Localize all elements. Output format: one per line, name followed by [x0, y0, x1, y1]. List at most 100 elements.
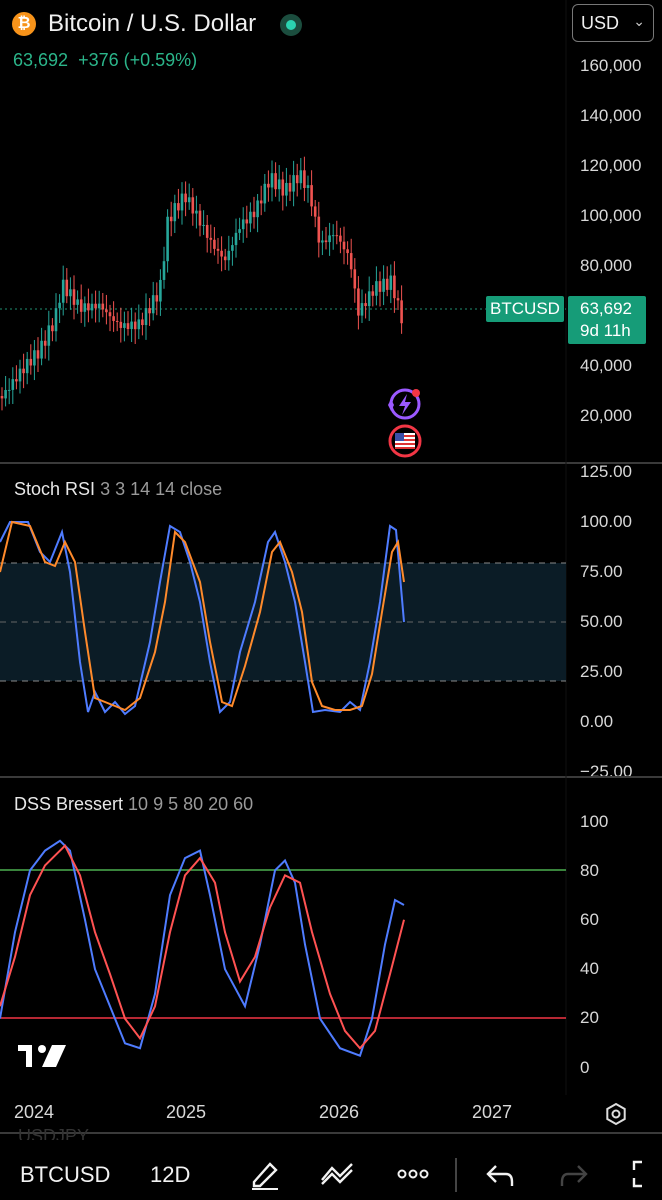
- stoch-axis-label: 25.00: [580, 662, 623, 681]
- candle-body: [137, 319, 141, 330]
- candle-body: [123, 323, 126, 328]
- candle-body: [169, 216, 173, 222]
- candle-body: [202, 224, 205, 226]
- candle-body: [371, 291, 375, 296]
- candle-body: [267, 183, 270, 188]
- dss-title[interactable]: DSS Bressert 10 9 5 80 20 60: [14, 794, 253, 815]
- stoch-axis-label: 125.00: [580, 462, 632, 481]
- candle-body: [97, 303, 101, 309]
- toolbar-divider: [455, 1158, 457, 1192]
- lightning-event-icon: [388, 388, 421, 420]
- price-axis-label: 40,000: [580, 356, 632, 375]
- price-axis-label: 100,000: [580, 206, 642, 225]
- candle-body: [339, 235, 342, 242]
- candle-body: [288, 182, 292, 192]
- candle-body: [162, 261, 166, 280]
- candle-body: [187, 197, 191, 203]
- candle-body: [213, 239, 216, 249]
- candle-body: [65, 279, 69, 297]
- candle-body: [274, 173, 277, 190]
- dss-axis-label: 0: [580, 1058, 590, 1077]
- chart-canvas[interactable]: [0, 0, 662, 1140]
- indicators-icon[interactable]: [320, 1158, 354, 1190]
- candle-body: [285, 182, 288, 196]
- candle-body: [69, 289, 72, 297]
- candle-body: [61, 279, 65, 303]
- candle-body: [141, 319, 144, 326]
- candle-body: [270, 173, 274, 188]
- candle-body: [29, 358, 33, 366]
- candle-body: [349, 253, 353, 270]
- candle-body: [393, 275, 396, 299]
- candle-body: [249, 211, 252, 224]
- study-params: 3 3 14 14 close: [100, 479, 223, 499]
- candle-body: [43, 340, 47, 346]
- candle-body: [335, 235, 339, 237]
- candle-body: [313, 206, 317, 217]
- candle-body: [94, 303, 97, 309]
- more-options-icon[interactable]: [396, 1158, 430, 1190]
- candle-body: [331, 235, 335, 237]
- last-price-value: 63,692: [580, 299, 632, 318]
- candle-body: [324, 240, 328, 243]
- bar-countdown: 9d 11h: [580, 321, 631, 340]
- interval-button[interactable]: 12D: [150, 1162, 190, 1188]
- candle-body: [317, 216, 321, 243]
- candle-body: [382, 278, 385, 292]
- drawing-pen-icon[interactable]: [248, 1158, 282, 1190]
- candle-body: [353, 269, 357, 289]
- candle-body: [72, 289, 76, 305]
- candle-body: [101, 303, 105, 310]
- tradingview-logo-icon: [18, 1045, 66, 1067]
- candle-body: [231, 245, 234, 251]
- candle-body: [115, 320, 119, 322]
- candle-body: [378, 281, 382, 292]
- candle-body: [328, 235, 331, 243]
- fullscreen-icon[interactable]: [630, 1158, 662, 1190]
- dss-signal-line: [0, 839, 405, 1057]
- dss-axis-label: 40: [580, 959, 599, 978]
- candle-body: [130, 321, 133, 330]
- candle-body: [310, 185, 313, 207]
- candle-body: [389, 275, 393, 290]
- candle-body: [252, 211, 256, 218]
- candle-body: [375, 281, 378, 296]
- candle-body: [105, 309, 108, 313]
- price-axis-label: 160,000: [580, 56, 642, 75]
- candle-body: [259, 200, 263, 204]
- candle-body: [54, 308, 58, 332]
- stoch-rsi-title[interactable]: Stoch RSI 3 3 14 14 close: [14, 479, 222, 500]
- candle-body: [112, 316, 115, 321]
- candle-body: [385, 278, 389, 290]
- candle-body: [15, 379, 18, 382]
- candle-body: [396, 298, 400, 301]
- candle-body: [256, 200, 259, 218]
- price-axis-label: 80,000: [580, 256, 632, 275]
- candle-body: [40, 340, 43, 359]
- symbol-button[interactable]: BTCUSD: [20, 1162, 110, 1188]
- us-flag-event-icon: [388, 424, 422, 458]
- candle-body: [22, 368, 25, 374]
- candle-body: [195, 210, 198, 214]
- candle-body: [0, 396, 4, 399]
- candle-body: [133, 321, 137, 330]
- study-name: Stoch RSI: [14, 479, 96, 499]
- candle-body: [234, 232, 238, 246]
- candle-body: [33, 350, 36, 366]
- candle-body: [90, 303, 94, 311]
- stoch-axis-label: 75.00: [580, 562, 623, 581]
- candle-body: [364, 303, 367, 307]
- candle-body: [281, 179, 285, 196]
- stoch-axis-label: 100.00: [580, 512, 632, 531]
- candles-group: [0, 156, 403, 411]
- candle-body: [303, 170, 306, 188]
- candle-body: [346, 249, 349, 254]
- undo-icon[interactable]: [484, 1158, 518, 1190]
- time-axis-label: 2026: [319, 1102, 360, 1122]
- candle-body: [51, 325, 54, 332]
- candle-body: [198, 210, 202, 226]
- candle-body: [241, 219, 245, 230]
- bottom-bar-divider: [0, 1132, 662, 1134]
- redo-icon[interactable]: [556, 1158, 590, 1190]
- stoch-axis-label: 50.00: [580, 612, 623, 631]
